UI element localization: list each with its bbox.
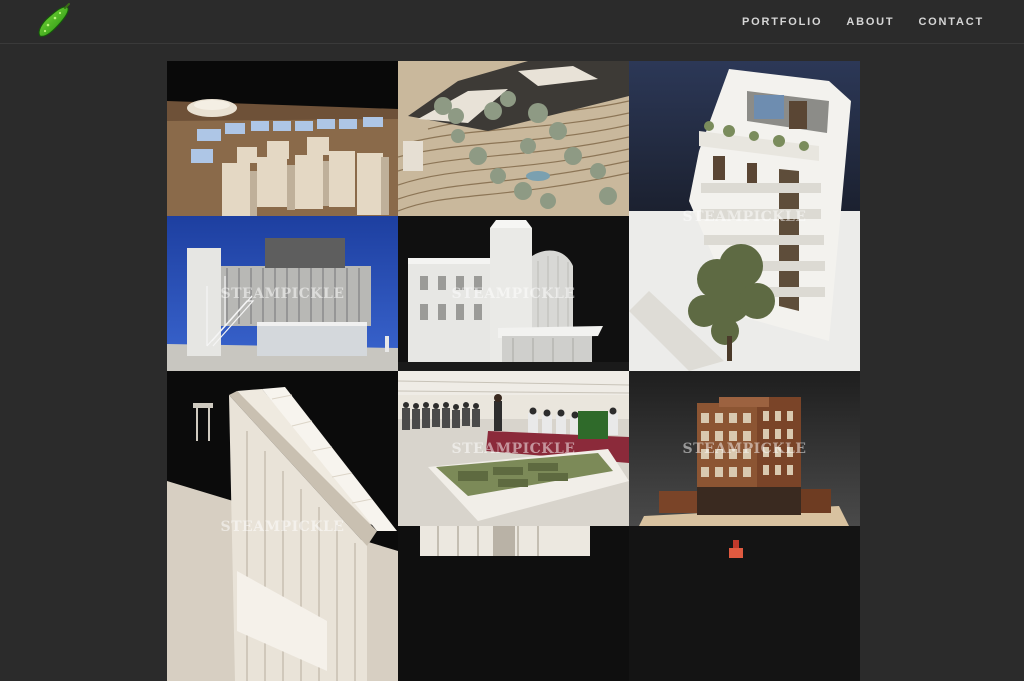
partial-row-model-a-image xyxy=(398,526,629,681)
pickle-icon[interactable] xyxy=(34,3,72,41)
gallery-tile-partial-row-model-a[interactable] xyxy=(398,526,629,681)
watermark-text: STEAMPICKLE xyxy=(220,286,345,302)
nav-contact[interactable]: CONTACT xyxy=(918,16,984,28)
gallery-tile-brick-building-model[interactable]: STEAMPICKLE xyxy=(629,371,860,526)
watermark-text: STEAMPICKLE xyxy=(220,519,345,535)
watermark-text: STEAMPICKLE xyxy=(682,209,807,225)
gallery-tile-terraced-landscape-model[interactable] xyxy=(398,61,629,216)
masterplan-model-image xyxy=(167,61,398,216)
partial-row-model-b-image xyxy=(629,526,860,681)
gallery-tile-pavilion-model[interactable]: STEAMPICKLE xyxy=(167,216,398,371)
watermark-text: STEAMPICKLE xyxy=(451,441,576,457)
nav-about[interactable]: ABOUT xyxy=(846,16,894,28)
watermark-text: STEAMPICKLE xyxy=(451,286,576,302)
nav-portfolio[interactable]: PORTFOLIO xyxy=(742,16,822,28)
gallery-tile-ramp-building-model[interactable]: STEAMPICKLE xyxy=(167,371,398,681)
gallery-tile-historic-facade-model[interactable]: STEAMPICKLE xyxy=(398,216,629,371)
gallery-tile-partial-row-model-b[interactable] xyxy=(629,526,860,681)
gallery-tile-presentation-event-photo[interactable]: STEAMPICKLE xyxy=(398,371,629,526)
portfolio-gallery: STEAMPICKLE STEAMPICKLE STEAMPICKLE STEA… xyxy=(167,61,860,681)
gallery-tile-tower-model[interactable]: STEAMPICKLE xyxy=(629,61,860,371)
watermark-text: STEAMPICKLE xyxy=(682,441,807,457)
gallery-tile-masterplan-model[interactable] xyxy=(167,61,398,216)
main-nav: PORTFOLIO ABOUT CONTACT xyxy=(742,0,984,43)
site-header: PORTFOLIO ABOUT CONTACT xyxy=(0,0,1024,44)
terraced-landscape-model-image xyxy=(398,61,629,216)
